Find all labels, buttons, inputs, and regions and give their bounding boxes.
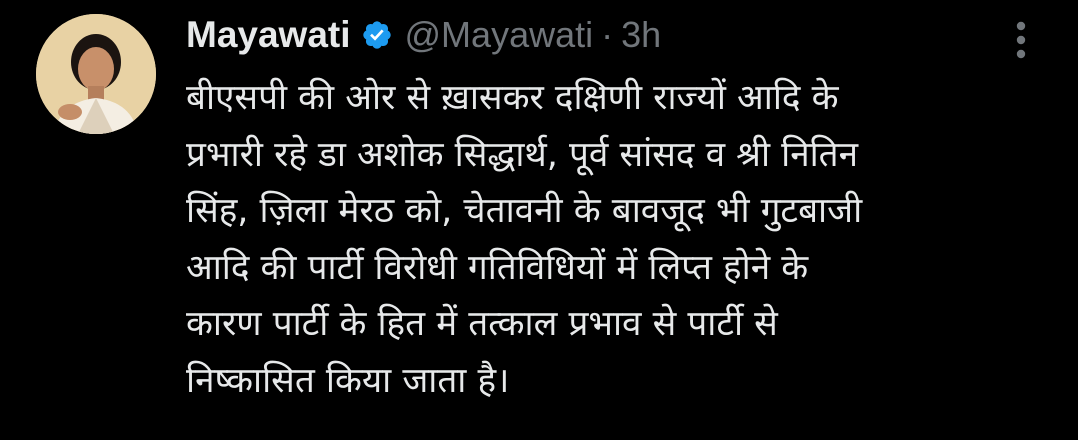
more-vertical-icon[interactable] bbox=[1004, 18, 1038, 62]
tweet-text-line: प्रभारी रहे डा अशोक सिद्धार्थ, पूर्व सां… bbox=[186, 134, 859, 175]
tweet-text-line: आदि की पार्टी विरोधी गतिविधियों में लिप्… bbox=[186, 247, 809, 288]
tweet-text-line: कारण पार्टी के हित में तत्काल प्रभाव से … bbox=[186, 304, 778, 344]
tweet[interactable]: Mayawati @Mayawati · 3h बीएसपी की ओर से … bbox=[0, 0, 1078, 440]
tweet-text: बीएसपी की ओर से ख़ासकर दक्षिणी राज्यों आ… bbox=[186, 70, 1056, 409]
avatar[interactable] bbox=[36, 14, 156, 134]
header-separator: · bbox=[601, 14, 614, 55]
tweet-text-line: बीएसपी की ओर से ख़ासकर दक्षिणी राज्यों आ… bbox=[186, 78, 839, 118]
author-handle[interactable]: @Mayawati bbox=[405, 14, 594, 56]
tweet-text-line: सिंह, ज़िला मेरठ को, चेतावनी के बावजूद भ… bbox=[186, 191, 863, 231]
tweet-header: Mayawati @Mayawati · 3h bbox=[186, 10, 661, 60]
avatar-image bbox=[36, 14, 156, 134]
tweet-timestamp[interactable]: 3h bbox=[621, 14, 661, 56]
tweet-text-line: निष्कासित किया जाता है। bbox=[186, 360, 510, 401]
verified-badge-icon bbox=[361, 19, 393, 51]
author-display-name[interactable]: Mayawati bbox=[186, 14, 351, 56]
